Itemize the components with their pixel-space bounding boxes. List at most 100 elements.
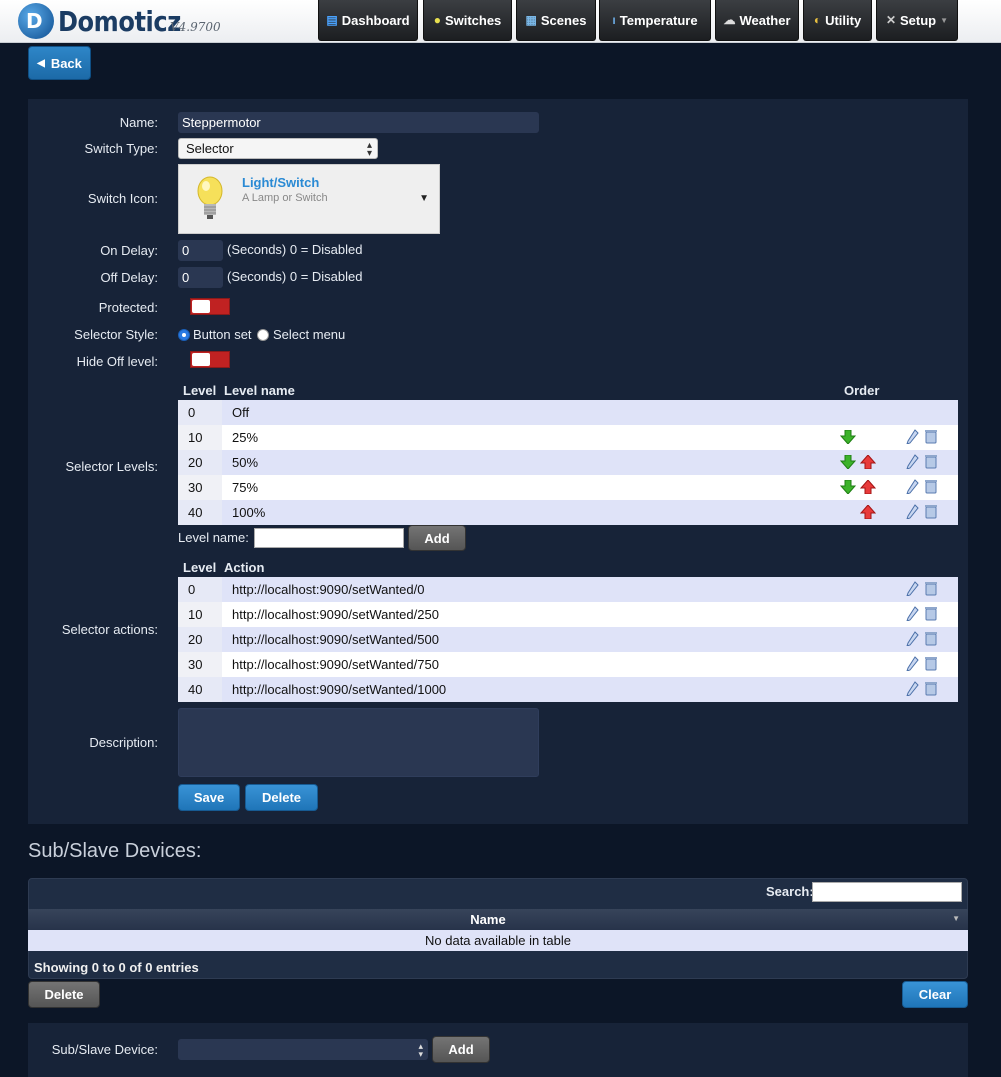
sub-device-select[interactable]: ▴ ▾ [178, 1039, 428, 1060]
tools-icon: ✕ [885, 13, 896, 27]
hide-off-label: Hide Off level: [76, 354, 158, 369]
trash-icon[interactable] [924, 429, 938, 444]
move-down-icon[interactable] [840, 455, 856, 469]
trash-icon[interactable] [924, 504, 938, 519]
search-input[interactable] [812, 882, 962, 902]
edit-icon[interactable] [905, 656, 919, 671]
domoticz-logo-icon: D [18, 3, 54, 39]
style-select-menu-label: Select menu [273, 327, 346, 342]
actions-col-level: Level [183, 560, 217, 575]
move-down-icon[interactable] [840, 480, 856, 494]
style-button-set-label: Button set [193, 327, 252, 342]
action-row[interactable]: 30 http://localhost:9090/setWanted/750 [178, 652, 958, 677]
clapperboard-icon: ▦ [525, 13, 537, 27]
switch-icon-select[interactable]: Light/Switch A Lamp or Switch ▼ [178, 164, 440, 234]
app-name: Domoticz [58, 4, 181, 38]
move-down-icon[interactable] [840, 430, 856, 444]
levels-col-name: Level name [224, 383, 295, 398]
chevron-down-icon: ▼ [940, 15, 949, 25]
edit-icon[interactable] [905, 606, 919, 621]
action-row[interactable]: 40 http://localhost:9090/setWanted/1000 [178, 677, 958, 702]
edit-icon[interactable] [905, 581, 919, 596]
selector-actions-label: Selector actions: [61, 622, 158, 637]
action-row[interactable]: 0 http://localhost:9090/setWanted/0 [178, 577, 958, 602]
add-level-button[interactable]: Add [408, 525, 466, 551]
edit-icon[interactable] [905, 504, 919, 519]
sub-delete-button[interactable]: Delete [28, 981, 100, 1008]
icon-title: Light/Switch [242, 175, 320, 190]
save-button[interactable]: Save [178, 784, 240, 811]
action-row[interactable]: 10 http://localhost:9090/setWanted/250 [178, 602, 958, 627]
add-sub-device-panel [28, 1023, 968, 1077]
caret-down-icon: ▼ [419, 193, 429, 204]
nav-switches[interactable]: ● Switches [423, 0, 512, 41]
app-version: V4.9700 [170, 20, 221, 34]
trash-icon[interactable] [924, 656, 938, 671]
off-delay-input[interactable]: 0 [178, 267, 223, 288]
actions-col-action: Action [224, 560, 265, 575]
trash-icon[interactable] [924, 631, 938, 646]
on-delay-label: On Delay: [100, 243, 158, 258]
protected-toggle[interactable] [190, 298, 230, 315]
nav-setup[interactable]: ✕ Setup ▼ [876, 0, 958, 41]
edit-icon[interactable] [905, 681, 919, 696]
nav-utility[interactable]: ◐ Utility [803, 0, 872, 41]
sub-device-label: Sub/Slave Device: [51, 1042, 158, 1057]
back-button[interactable]: ◀ Back [28, 46, 91, 80]
level-row[interactable]: 30 75% [178, 475, 958, 500]
edit-icon[interactable] [905, 479, 919, 494]
description-textarea[interactable] [178, 708, 539, 777]
dashboard-icon: ▤ [326, 13, 338, 27]
levels-col-order: Order [844, 383, 880, 398]
on-delay-input[interactable]: 0 [178, 240, 223, 261]
switch-icon-label: Switch Icon: [87, 191, 158, 206]
edit-icon[interactable] [905, 429, 919, 444]
description-label: Description: [89, 735, 158, 750]
level-row[interactable]: 0 Off [178, 400, 958, 425]
nav-dashboard[interactable]: ▤ Dashboard [318, 0, 418, 41]
select-arrows-icon: ▴ ▾ [366, 140, 372, 159]
trash-icon[interactable] [924, 454, 938, 469]
top-bar: D Domoticz V4.9700 ▤ Dashboard ● Switches … [0, 0, 1001, 43]
sort-icon: ▼ [952, 914, 960, 923]
empty-row: No data available in table [28, 930, 968, 951]
table-header-name[interactable]: Name ▼ [28, 909, 968, 930]
off-delay-label: Off Delay: [100, 270, 158, 285]
nav-weather[interactable]: ☁ Weather [715, 0, 799, 41]
level-row[interactable]: 10 25% [178, 425, 958, 450]
sub-devices-title: Sub/Slave Devices: [28, 840, 202, 862]
level-name-label: Level name: [178, 530, 249, 545]
hide-off-toggle[interactable] [190, 351, 230, 368]
utility-icon: ◐ [813, 13, 822, 27]
trash-icon[interactable] [924, 681, 938, 696]
style-button-set-radio[interactable] [178, 329, 190, 341]
edit-icon[interactable] [905, 631, 919, 646]
move-up-icon[interactable] [860, 480, 876, 494]
level-name-input[interactable] [254, 528, 404, 548]
trash-icon[interactable] [924, 479, 938, 494]
action-row[interactable]: 20 http://localhost:9090/setWanted/500 [178, 627, 958, 652]
nav-temperature[interactable]: ı Temperature [599, 0, 711, 41]
name-input[interactable]: Steppermotor [178, 112, 539, 133]
nav-scenes[interactable]: ▦ Scenes [516, 0, 596, 41]
level-row[interactable]: 40 100% [178, 500, 958, 525]
on-delay-note: (Seconds) 0 = Disabled [227, 242, 363, 257]
protected-label: Protected: [98, 300, 158, 315]
select-arrows-icon: ▴ ▾ [418, 1041, 423, 1059]
clear-button[interactable]: Clear [902, 981, 968, 1008]
delete-button[interactable]: Delete [245, 784, 318, 811]
level-row[interactable]: 20 50% [178, 450, 958, 475]
trash-icon[interactable] [924, 606, 938, 621]
selector-style-label: Selector Style: [74, 327, 158, 342]
name-label: Name: [119, 115, 158, 130]
switch-type-select[interactable]: Selector ▴ ▾ [178, 138, 378, 159]
trash-icon[interactable] [924, 581, 938, 596]
edit-icon[interactable] [905, 454, 919, 469]
style-select-menu-radio[interactable] [257, 329, 269, 341]
move-up-icon[interactable] [860, 505, 876, 519]
move-up-icon[interactable] [860, 455, 876, 469]
levels-col-level: Level [183, 383, 217, 398]
lightbulb-icon: ● [433, 13, 441, 27]
cloud-icon: ☁ [723, 13, 736, 27]
add-sub-device-button[interactable]: Add [432, 1036, 490, 1063]
